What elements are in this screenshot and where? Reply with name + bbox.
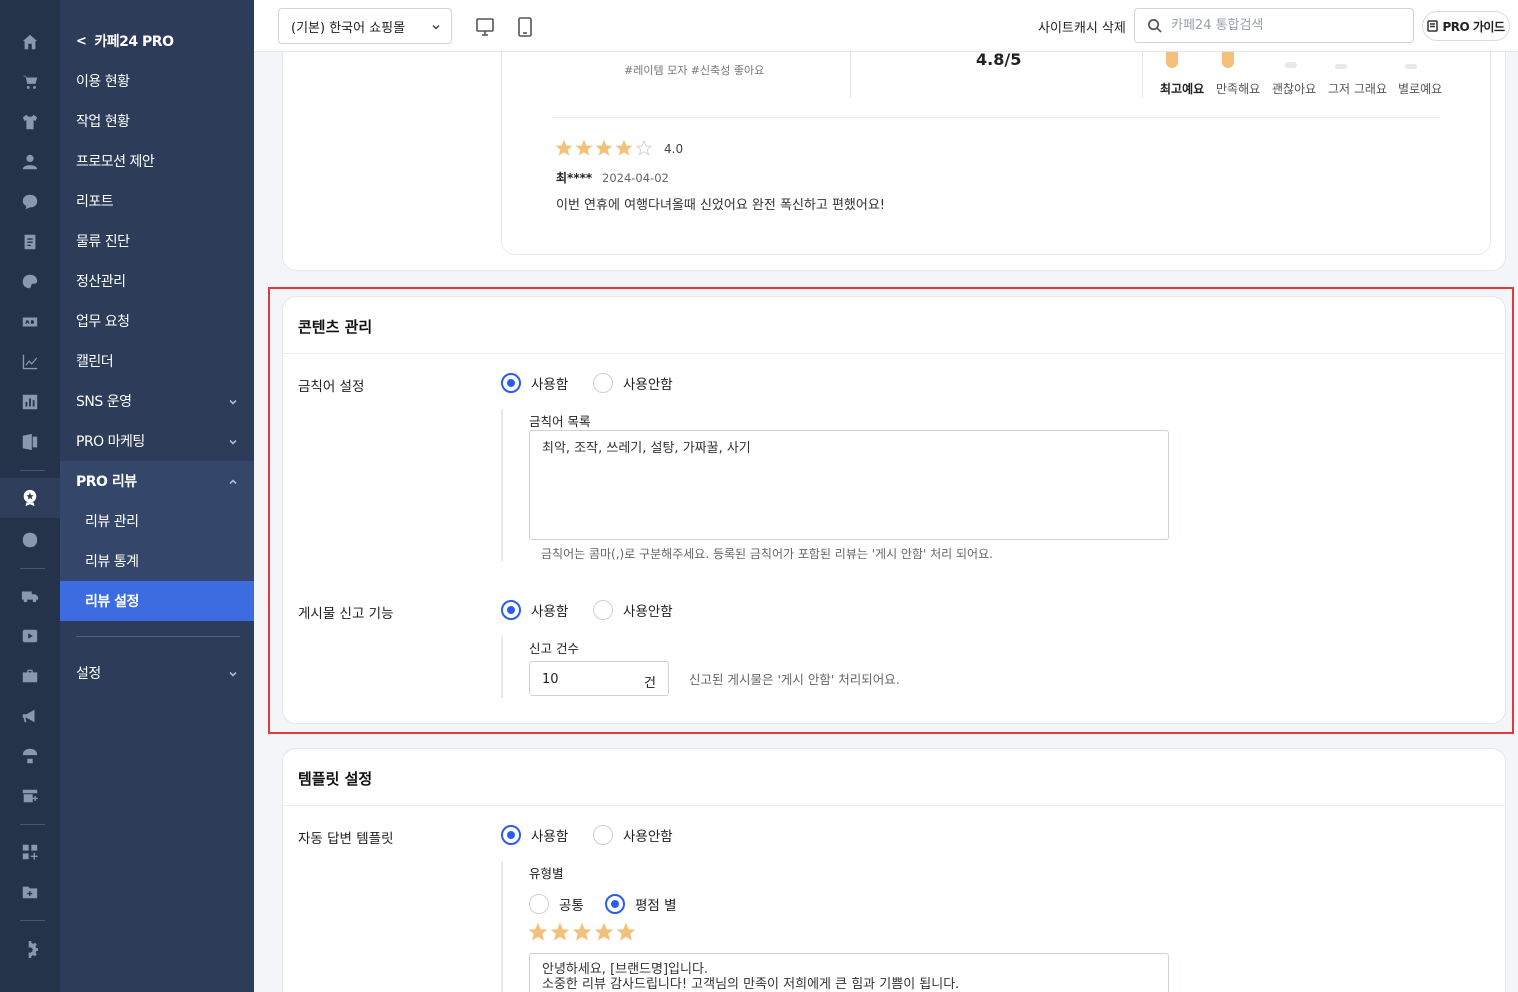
global-search[interactable] xyxy=(1134,8,1414,43)
star-filled-icon xyxy=(594,922,614,941)
star-filled-icon xyxy=(572,922,592,941)
nav-back-cafe24-pro[interactable]: < 카페24 PRO xyxy=(60,21,254,61)
mobile-icon[interactable] xyxy=(514,16,536,38)
settings-icon[interactable] xyxy=(20,940,40,960)
chart-line-icon[interactable] xyxy=(20,352,40,372)
top-header: (기본) 한국어 쇼핑몰 사이트캐시 삭제 PRO 가이드 xyxy=(254,0,1518,52)
board-icon[interactable] xyxy=(20,232,40,252)
nav-item-settlement[interactable]: 정산관리 xyxy=(60,261,254,301)
star-empty-icon xyxy=(635,139,653,156)
apps-plus-icon[interactable] xyxy=(20,842,40,862)
star-filled-icon xyxy=(616,922,636,941)
pro-guide-button[interactable]: PRO 가이드 xyxy=(1422,11,1510,41)
search-input[interactable] xyxy=(1171,18,1401,33)
youtube-icon[interactable] xyxy=(20,626,40,646)
chevron-down-icon xyxy=(228,667,238,677)
cart-icon[interactable] xyxy=(20,72,40,92)
nav-item-pro-marketing[interactable]: PRO 마케팅 xyxy=(60,421,254,461)
template-star-rating[interactable] xyxy=(528,922,639,941)
auto-reply-textarea[interactable]: 안녕하세요, [브랜드명]입니다. 소중한 리뷰 감사드립니다! 고객님의 만족… xyxy=(529,953,1169,992)
star-filled-icon xyxy=(595,139,613,156)
chevron-down-icon xyxy=(228,435,238,445)
type-common-radio[interactable]: 공통 xyxy=(529,894,584,914)
reviewer-name: 최**** xyxy=(556,171,593,185)
star-filled-icon xyxy=(528,922,548,941)
user-icon[interactable] xyxy=(20,152,40,172)
nav-item-promotion[interactable]: 프로모션 제안 xyxy=(60,141,254,181)
auto-reply-off-radio[interactable]: 사용안함 xyxy=(593,825,673,845)
auto-reply-on-radio[interactable]: 사용함 xyxy=(501,825,568,845)
excel-icon[interactable] xyxy=(20,432,40,452)
promo-icon[interactable] xyxy=(20,530,40,550)
chevron-up-icon xyxy=(228,475,238,485)
pro-review-icon[interactable] xyxy=(0,478,60,518)
nav-item-work-status[interactable]: 작업 현황 xyxy=(60,101,254,141)
megaphone-icon[interactable] xyxy=(20,706,40,726)
nav-item-calendar[interactable]: 캘린더 xyxy=(60,341,254,381)
parachute-icon[interactable] xyxy=(20,746,40,766)
nav-item-report[interactable]: 리포트 xyxy=(60,181,254,221)
star-filled-icon xyxy=(575,139,593,156)
icon-rail xyxy=(0,0,60,992)
folder-plus-icon[interactable] xyxy=(20,882,40,902)
chat-icon[interactable] xyxy=(20,192,40,212)
nav-sub-review-stats[interactable]: 리뷰 통계 xyxy=(60,541,254,581)
desktop-icon[interactable] xyxy=(474,16,496,38)
nav-item-settings[interactable]: 설정 xyxy=(60,653,254,693)
sidebar-nav: < 카페24 PRO 이용 현황 작업 현황 프로모션 제안 리포트 물류 진단 … xyxy=(60,0,254,992)
highlight-box xyxy=(268,287,1514,734)
home-icon[interactable] xyxy=(20,32,40,52)
type-label: 유형별 xyxy=(529,866,564,881)
book-icon xyxy=(1427,20,1439,32)
review-date: 2024-04-02 xyxy=(602,171,669,185)
cache-delete-button[interactable]: 사이트캐시 삭제 xyxy=(1038,17,1126,36)
ad-icon[interactable] xyxy=(20,312,40,332)
chart-bar-icon[interactable] xyxy=(20,392,40,412)
nav-item-work-request[interactable]: 업무 요청 xyxy=(60,301,254,341)
truck-icon[interactable] xyxy=(20,586,40,606)
review-text: 이번 연휴에 여행다녀올때 신었어요 완전 폭신하고 편했어요! xyxy=(556,198,886,213)
search-icon xyxy=(1147,18,1162,37)
template-settings-card: 템플릿 설정 자동 답변 템플릿 사용함 사용안함 유형별 공통 평점 별 안녕… xyxy=(282,748,1506,992)
nav-item-pro-review[interactable]: PRO 리뷰 xyxy=(60,461,254,501)
nav-item-sns[interactable]: SNS 운영 xyxy=(60,381,254,421)
review-rating: 4.0 xyxy=(664,142,684,156)
briefcase-icon[interactable] xyxy=(20,666,40,686)
auto-reply-label: 자동 답변 템플릿 xyxy=(298,831,394,847)
shop-select[interactable]: (기본) 한국어 쇼핑몰 xyxy=(278,8,452,44)
star-filled-icon xyxy=(555,139,573,156)
chevron-down-icon xyxy=(228,395,238,405)
nav-item-usage[interactable]: 이용 현황 xyxy=(60,61,254,101)
store-plus-icon[interactable] xyxy=(20,786,40,806)
nav-sub-review-settings[interactable]: 리뷰 설정 xyxy=(60,581,254,621)
card-title: 템플릿 설정 xyxy=(298,770,373,788)
star-filled-icon xyxy=(615,139,633,156)
chevron-down-icon xyxy=(431,21,441,36)
nav-item-logistics[interactable]: 물류 진단 xyxy=(60,221,254,261)
shirt-icon[interactable] xyxy=(20,112,40,132)
star-filled-icon xyxy=(550,922,570,941)
nav-sub-review-manage[interactable]: 리뷰 관리 xyxy=(60,501,254,541)
review-stars xyxy=(555,139,656,156)
type-rating-radio[interactable]: 평점 별 xyxy=(605,894,677,914)
chevron-left-icon: < xyxy=(76,33,87,49)
palette-icon[interactable] xyxy=(20,272,40,292)
